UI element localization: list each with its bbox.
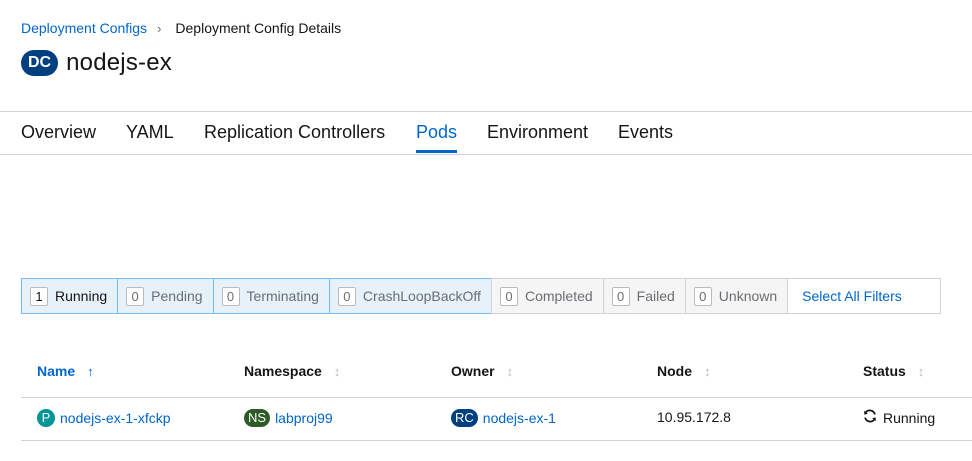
sort-icon: ↕ [704, 363, 711, 379]
column-header-name[interactable]: Name ↑ [37, 363, 94, 379]
replication-controller-badge: RC [451, 409, 478, 427]
sync-icon [863, 409, 877, 427]
status-filter-bar: 1 Running 0 Pending 0 Terminating 0 Cras… [21, 278, 942, 314]
filter-label: CrashLoopBackOff [362, 288, 481, 304]
namespace-badge: NS [244, 409, 271, 427]
breadcrumb-link-deployment-configs[interactable]: Deployment Configs [21, 20, 147, 36]
breadcrumb-current: Deployment Config Details [175, 20, 342, 36]
sort-ascending-icon: ↑ [87, 363, 94, 379]
tab-environment[interactable]: Environment [487, 122, 588, 143]
owner-link[interactable]: nodejs-ex-1 [483, 410, 556, 426]
pod-name-cell: P nodejs-ex-1-xfckp [37, 409, 171, 427]
pod-name-link[interactable]: nodejs-ex-1-xfckp [60, 410, 171, 426]
tab-bar: Overview YAML Replication Controllers Po… [0, 111, 972, 155]
filter-label: Terminating [246, 288, 319, 304]
column-header-owner[interactable]: Owner ↕ [451, 363, 513, 379]
column-header-label: Name [37, 363, 76, 379]
select-all-filters-link[interactable]: Select All Filters [787, 278, 942, 314]
namespace-link[interactable]: labproj99 [275, 410, 333, 426]
node-cell: 10.95.172.8 [657, 409, 731, 425]
namespace-cell: NS labproj99 [244, 409, 333, 427]
tab-events[interactable]: Events [618, 122, 673, 143]
filter-label: Completed [524, 288, 593, 304]
status-text: Running [883, 410, 936, 426]
status-cell: Running [863, 409, 935, 427]
tab-pods[interactable]: Pods [416, 122, 457, 143]
filter-unknown[interactable]: 0 Unknown [684, 278, 789, 314]
pod-badge: P [37, 409, 55, 427]
filter-label: Failed [636, 288, 675, 304]
filter-count: 0 [337, 286, 356, 306]
filter-failed[interactable]: 0 Failed [602, 278, 686, 314]
filter-terminating[interactable]: 0 Terminating [212, 278, 330, 314]
sort-icon: ↕ [506, 363, 514, 379]
column-header-label: Owner [451, 363, 495, 379]
column-header-status[interactable]: Status ↕ [863, 363, 924, 379]
sort-icon: ↕ [917, 363, 925, 379]
resource-badge-dc: DC [21, 50, 59, 76]
node-value: 10.95.172.8 [657, 409, 731, 425]
filter-count: 0 [693, 286, 712, 306]
filter-count: 0 [611, 286, 630, 306]
column-header-label: Status [863, 363, 906, 379]
filter-completed[interactable]: 0 Completed [490, 278, 604, 314]
filter-label: Running [55, 288, 108, 304]
resource-name: nodejs-ex [66, 49, 172, 76]
filter-pending[interactable]: 0 Pending [117, 278, 214, 314]
breadcrumb: Deployment Configs › Deployment Config D… [21, 20, 341, 36]
chevron-right-icon: › [157, 20, 162, 36]
column-header-label: Node [657, 363, 692, 379]
table-header-divider [21, 397, 972, 398]
tab-replication-controllers[interactable]: Replication Controllers [204, 122, 385, 143]
filter-running[interactable]: 1 Running [21, 278, 119, 314]
tab-yaml[interactable]: YAML [126, 122, 174, 143]
column-header-node[interactable]: Node ↕ [657, 363, 711, 379]
filter-crashloopbackoff[interactable]: 0 CrashLoopBackOff [328, 278, 492, 314]
sort-icon: ↕ [333, 363, 341, 379]
filter-label: Pending [151, 288, 203, 304]
page-title: DC nodejs-ex [21, 49, 172, 77]
column-header-label: Namespace [244, 363, 322, 379]
filter-count: 0 [126, 286, 145, 306]
column-header-namespace[interactable]: Namespace ↕ [244, 363, 340, 379]
tab-overview[interactable]: Overview [21, 122, 96, 143]
table-row-divider [21, 440, 972, 441]
filter-count: 1 [30, 286, 48, 306]
filter-count: 0 [499, 286, 518, 306]
owner-cell: RC nodejs-ex-1 [451, 409, 556, 427]
filter-label: Unknown [718, 288, 778, 304]
filter-count: 0 [221, 286, 240, 306]
active-tab-indicator [416, 150, 457, 153]
